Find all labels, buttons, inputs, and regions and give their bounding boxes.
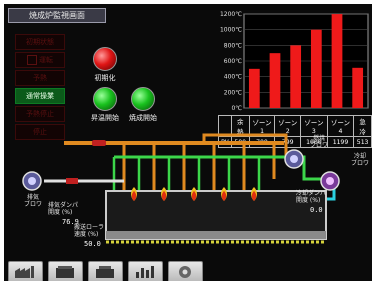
cooling-blower-label: 冷却 ブロワ [350, 153, 369, 167]
bar-5 [331, 14, 343, 109]
mode-button-label: 予熱 [33, 74, 47, 82]
screen-title: 焼成炉監視画面 [8, 8, 106, 23]
toolbar-button-settings[interactable] [168, 261, 203, 281]
y-tick-label: 600℃ [224, 58, 242, 65]
bar-2 [269, 53, 281, 108]
conveyor-speed-label: 搬送ローラ 速度 (%) [74, 224, 105, 238]
mode-button-initial[interactable]: 初期状態 [15, 34, 65, 50]
zone-temperature-chart: 1200℃ 1000℃ 800℃ 600℃ 400℃ 200℃ 0℃ [220, 11, 369, 112]
mode-button-label: 予熱停止 [26, 110, 54, 118]
bar-1 [248, 68, 260, 108]
factory-icon [15, 266, 34, 278]
mode-button-preheat[interactable]: 予熱 [15, 70, 65, 86]
y-tick-label: 400℃ [224, 74, 242, 81]
combustion-blower-label: 燃焼 ブロワ [309, 135, 328, 149]
temp-rise-lamp-group[interactable]: 昇温開始 [90, 87, 120, 123]
mode-button-run[interactable]: 運転 [15, 52, 65, 68]
exhaust-blower-label: 排気 ブロワ [23, 194, 42, 208]
mode-button-label: 運転 [39, 56, 53, 64]
init-lamp[interactable] [93, 47, 117, 71]
mode-button-label: 初期状態 [26, 38, 54, 46]
y-tick-label: 0℃ [231, 105, 242, 112]
cooling-damper-value: 0.0 [310, 206, 323, 214]
combustion-blower-icon [284, 149, 304, 169]
furnace-alt-icon [96, 266, 114, 278]
cooling-blower-icon [320, 171, 340, 191]
mode-button-label: 通常操業 [26, 92, 54, 100]
firing-lamp[interactable] [131, 87, 155, 111]
mode-button-normal-operation[interactable]: 通常操業 [15, 88, 65, 104]
air-valve-icon [92, 140, 106, 146]
init-lamp-group[interactable]: 初期化 [90, 47, 120, 83]
firing-lamp-group[interactable]: 焼成開始 [128, 87, 158, 123]
exhaust-damper-label: 排気ダンパ 開度 (%) [48, 202, 79, 216]
bar-4 [310, 29, 322, 109]
checkbox-icon [27, 55, 37, 65]
y-tick-label: 1200℃ [220, 11, 242, 18]
toolbar-button-furnace[interactable] [48, 261, 83, 281]
y-tick-label: 800℃ [224, 42, 242, 49]
toolbar-button-trend[interactable] [128, 261, 163, 281]
toolbar-button-factory[interactable] [8, 261, 43, 281]
temp-rise-lamp-label: 昇温開始 [91, 114, 119, 122]
bar-3 [290, 45, 302, 108]
firing-lamp-label: 焼成開始 [129, 114, 157, 122]
conveyor-speed-value: 50.0 [84, 240, 101, 248]
init-lamp-label: 初期化 [94, 74, 116, 82]
temp-rise-lamp[interactable] [93, 87, 117, 111]
bar-6 [352, 67, 364, 108]
trend-chart-icon [136, 266, 154, 278]
hmi-screen: 焼成炉監視画面 初期状態 運転 予熱 通常操業 予熱停止 停止 初期化 昇温開始… [4, 4, 372, 281]
furnace-icon [56, 266, 74, 278]
exhaust-blower-icon [22, 171, 42, 191]
y-tick-label: 200℃ [224, 89, 242, 96]
toolbar-button-furnace-alt[interactable] [88, 261, 123, 281]
cooling-damper-label: 冷却ダンパ 開度 (%) [296, 190, 327, 204]
mode-button-preheat-stop[interactable]: 予熱停止 [15, 106, 65, 122]
y-tick-label: 1000℃ [220, 27, 242, 34]
exhaust-damper-icon [66, 178, 78, 184]
settings-disk-icon [179, 266, 191, 278]
